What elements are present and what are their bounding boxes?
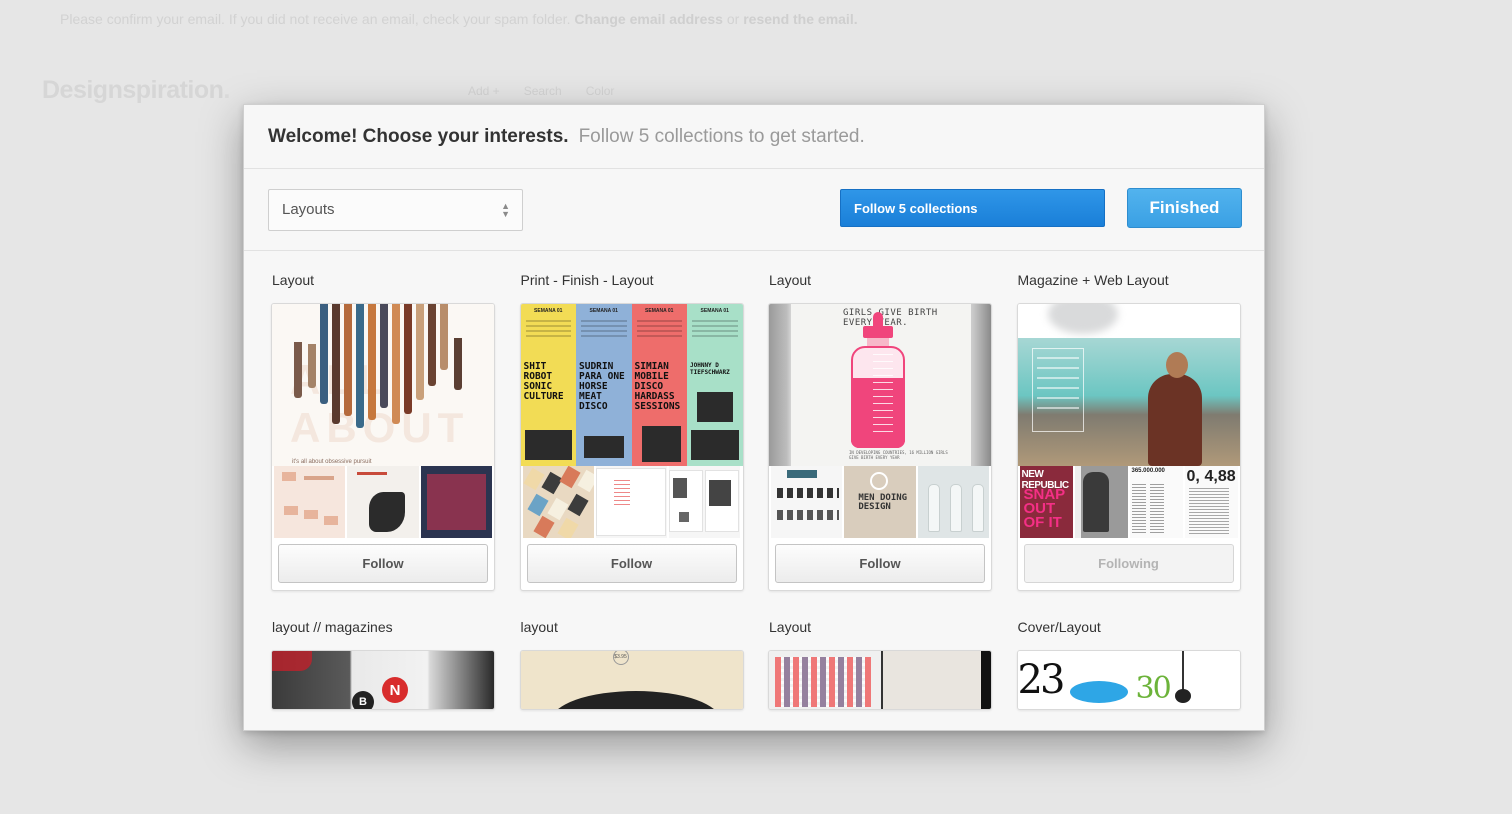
collection-title: Cover/Layout xyxy=(1017,619,1101,635)
collection-cover-image: B N xyxy=(272,651,494,709)
site-logo[interactable]: Designspiration. xyxy=(42,76,230,105)
modal-title: Welcome! Choose your interests. xyxy=(268,125,569,147)
collection-thumbnails xyxy=(272,466,494,538)
thumbnail-image xyxy=(917,466,989,538)
modal-toolbar: Layouts ▲ ▼ Follow 5 collections Finished xyxy=(244,169,1264,251)
finished-button[interactable]: Finished xyxy=(1127,188,1242,228)
interests-modal: Welcome! Choose your interests. Follow 5… xyxy=(243,104,1265,731)
collection-thumbnails: NEW REPUBLIC SNAP OUT OF IT 365.000.000 … xyxy=(1017,466,1240,538)
follow-button[interactable]: Follow xyxy=(278,544,488,583)
collection-item: Magazine + Web Layout NEW REPUBLIC SNAP … xyxy=(1016,272,1241,591)
email-confirm-banner: Please confirm your email. If you did no… xyxy=(60,11,858,27)
thumbnail-image xyxy=(771,466,843,538)
background-nav: Add + Search Color xyxy=(468,84,614,98)
thumbnail-image xyxy=(595,466,668,538)
collection-item: Layout GIRLS GIVE BIRTH EVERY YEAR. IN D… xyxy=(768,272,992,591)
collection-item: layout $3.95 xyxy=(519,619,744,710)
collection-title: Magazine + Web Layout xyxy=(1017,272,1169,288)
collection-cover-image: ALL ABOUT it's all about obsessive p xyxy=(272,304,494,466)
collection-card[interactable] xyxy=(768,650,992,710)
nav-search[interactable]: Search xyxy=(524,84,562,98)
collection-card[interactable]: 23 30 xyxy=(1016,650,1241,710)
collection-card[interactable]: GIRLS GIVE BIRTH EVERY YEAR. IN DEVELOPI… xyxy=(768,303,992,591)
collection-card[interactable]: $3.95 xyxy=(519,650,744,710)
collection-title: layout // magazines xyxy=(272,619,393,635)
following-button[interactable]: Following xyxy=(1023,544,1234,583)
thumbnail-image xyxy=(522,466,594,538)
collection-title: Layout xyxy=(272,272,315,288)
collection-card[interactable]: NEW REPUBLIC SNAP OUT OF IT 365.000.000 … xyxy=(1016,303,1241,591)
collection-item: layout // magazines B N xyxy=(271,619,495,710)
category-select-value: Layouts xyxy=(282,201,335,218)
category-select[interactable]: Layouts ▲ ▼ xyxy=(268,188,523,231)
thumbnail-image xyxy=(420,466,492,538)
thumbnail-image: NEW REPUBLIC SNAP OUT OF IT xyxy=(1019,466,1073,538)
thumbnail-image xyxy=(669,466,741,538)
collection-title: layout xyxy=(520,619,558,635)
thumbnail-image xyxy=(347,466,419,538)
collection-item: Cover/Layout 23 30 xyxy=(1016,619,1241,710)
nav-add[interactable]: Add + xyxy=(468,84,500,98)
collection-cover-image xyxy=(1017,304,1240,466)
cover-caption: it's all about obsessive pursuit xyxy=(292,459,372,465)
thumbnail-image: 0, 4,88 xyxy=(1184,466,1238,538)
collection-cover-image: SEMANA 01 SHIT ROBOT SONIC CULTURE SEMAN… xyxy=(520,304,743,466)
follow-button[interactable]: Follow xyxy=(526,544,737,583)
resend-email-link[interactable]: resend the email. xyxy=(743,11,857,27)
collection-title: Layout xyxy=(769,272,812,288)
collection-item: Layout ALL ABOUT xyxy=(271,272,495,591)
change-email-link[interactable]: Change email address xyxy=(574,11,723,27)
modal-subtitle: Follow 5 collections to get started. xyxy=(578,125,865,147)
collection-cover-image: $3.95 xyxy=(520,651,743,709)
collection-thumbnails xyxy=(520,466,743,538)
collection-title: Print - Finish - Layout xyxy=(520,272,654,288)
thumbnail-image: MEN DOING DESIGN xyxy=(844,466,916,538)
follow-collections-button[interactable]: Follow 5 collections xyxy=(840,189,1105,227)
collection-card[interactable]: B N xyxy=(271,650,495,710)
collections-grid: Layout ALL ABOUT xyxy=(271,272,1241,710)
thumbnail-image: 365.000.000 xyxy=(1129,466,1183,538)
thumbnail-image xyxy=(274,466,346,538)
collection-card[interactable]: SEMANA 01 SHIT ROBOT SONIC CULTURE SEMAN… xyxy=(519,303,744,591)
collection-item: Layout xyxy=(768,619,992,710)
collection-cover-image xyxy=(769,651,991,709)
collection-thumbnails: MEN DOING DESIGN xyxy=(769,466,991,538)
collection-card[interactable]: ALL ABOUT it's all about obsessive p xyxy=(271,303,495,591)
select-arrows-icon: ▲ ▼ xyxy=(501,200,510,219)
thumbnail-image xyxy=(1074,466,1128,538)
cover-caption: GIRLS GIVE BIRTH EVERY YEAR. xyxy=(843,308,938,328)
modal-header: Welcome! Choose your interests. Follow 5… xyxy=(244,105,1264,169)
nav-color[interactable]: Color xyxy=(586,84,615,98)
collection-item: Print - Finish - Layout SEMANA 01 SHIT R… xyxy=(519,272,744,591)
collection-cover-image: 23 30 xyxy=(1017,651,1240,709)
collection-cover-image: GIRLS GIVE BIRTH EVERY YEAR. IN DEVELOPI… xyxy=(769,304,991,466)
collection-title: Layout xyxy=(769,619,812,635)
follow-button[interactable]: Follow xyxy=(775,544,985,583)
